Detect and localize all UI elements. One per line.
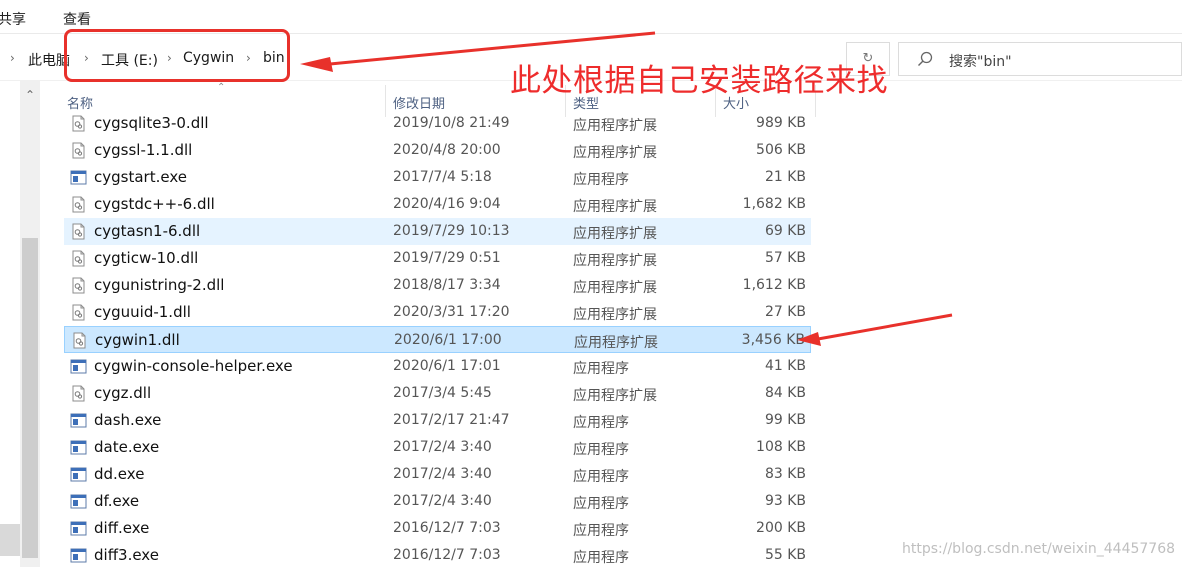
annotation-text: 此处根据自己安装路径来找 xyxy=(510,63,888,99)
annotation-arrow-to-file xyxy=(797,332,821,346)
annotation-arrow-to-file-shaft xyxy=(817,313,953,341)
watermark: https://blog.csdn.net/weixin_44457768 xyxy=(902,541,1176,557)
annotation-arrow-to-path xyxy=(300,57,333,72)
